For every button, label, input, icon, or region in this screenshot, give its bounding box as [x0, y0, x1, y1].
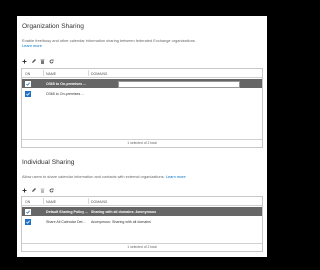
- org-sharing-title: Organization Sharing: [22, 23, 84, 30]
- delete-icon[interactable]: [39, 188, 45, 194]
- org-sharing-description: Enable free/busy and other calendar info…: [22, 38, 257, 48]
- refresh-icon[interactable]: [48, 59, 54, 65]
- col-on[interactable]: ON: [25, 200, 30, 204]
- org-sharing-grid: ON NAME DOMAINS O365 to On-premises ... …: [21, 68, 263, 148]
- delete-icon[interactable]: [39, 59, 45, 65]
- table-row[interactable]: O365 to On-premises ...: [22, 89, 262, 98]
- enabled-checkbox[interactable]: [25, 219, 31, 225]
- org-description-text: Enable free/busy and other calendar info…: [22, 38, 196, 43]
- enabled-checkbox[interactable]: [25, 81, 31, 87]
- row-name: Share All Calendar Det...: [46, 219, 86, 224]
- table-row[interactable]: O365 to On-premises ...: [22, 79, 262, 88]
- row-domains: Anonymous: Sharing with all domains: [91, 219, 151, 224]
- refresh-icon[interactable]: [48, 188, 54, 194]
- col-on[interactable]: ON: [25, 72, 30, 76]
- edit-icon[interactable]: [30, 59, 36, 65]
- individual-sharing-title: Individual Sharing: [22, 159, 75, 166]
- enabled-checkbox[interactable]: [25, 91, 31, 97]
- row-name: Default Sharing Policy ...: [46, 209, 88, 214]
- individual-sharing-grid: ON NAME DOMAINS Default Sharing Policy .…: [21, 196, 263, 252]
- add-icon[interactable]: [21, 59, 27, 65]
- individual-grid-header: ON NAME DOMAINS: [22, 197, 262, 206]
- individual-toolbar: [21, 187, 54, 194]
- org-grid-footer: 1 selected of 2 total: [22, 139, 262, 147]
- col-name[interactable]: NAME: [46, 200, 56, 204]
- row-name: O365 to On-premises ...: [46, 81, 86, 86]
- row-name: O365 to On-premises ...: [46, 91, 85, 96]
- table-row[interactable]: Default Sharing Policy ... Sharing with …: [22, 207, 262, 216]
- individual-grid-footer: 1 selected of 2 total: [22, 243, 262, 251]
- col-name[interactable]: NAME: [46, 72, 56, 76]
- col-domains[interactable]: DOMAINS: [91, 72, 107, 76]
- enabled-checkbox[interactable]: [25, 209, 31, 215]
- individual-learn-more-link[interactable]: Learn more: [166, 174, 186, 179]
- sharing-panel: Organization Sharing Enable free/busy an…: [17, 16, 267, 257]
- org-learn-more-link[interactable]: Learn more: [22, 43, 42, 48]
- table-row[interactable]: Share All Calendar Det... Anonymous: Sha…: [22, 217, 262, 226]
- add-icon[interactable]: [21, 188, 27, 194]
- domains-field[interactable]: [118, 80, 240, 88]
- org-toolbar: [21, 58, 54, 65]
- org-grid-header: ON NAME DOMAINS: [22, 69, 262, 78]
- edit-icon[interactable]: [30, 188, 36, 194]
- row-domains: Sharing with all domains: Anonymous: [91, 209, 157, 214]
- col-domains[interactable]: DOMAINS: [91, 200, 107, 204]
- individual-sharing-description: Allow users to share calendar informatio…: [22, 174, 257, 179]
- individual-description-text: Allow users to share calendar informatio…: [22, 174, 165, 179]
